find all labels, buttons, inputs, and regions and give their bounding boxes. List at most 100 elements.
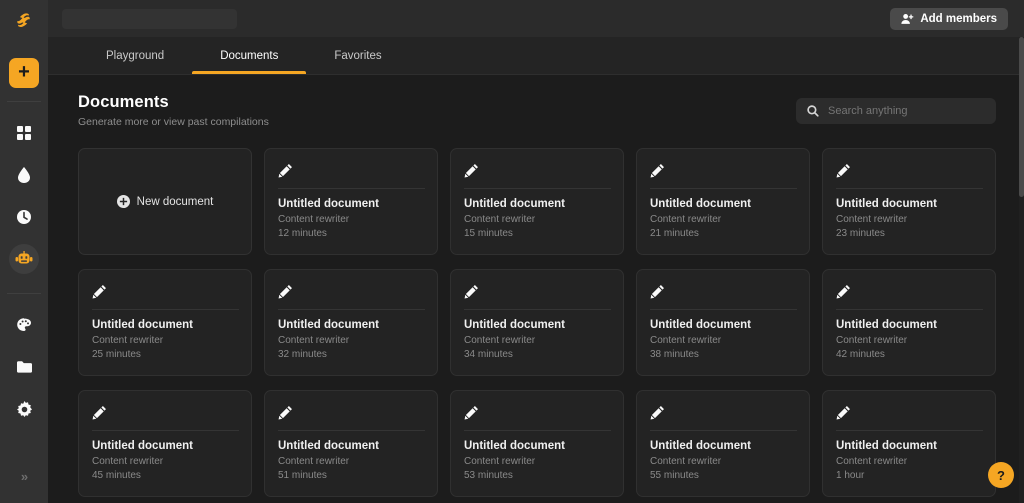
pencil-icon [836,403,982,421]
search-box[interactable] [796,98,996,124]
plus-circle-icon [116,195,130,208]
document-title: Untitled document [278,440,379,452]
swell-logo-icon [14,11,34,31]
document-time: 32 minutes [278,349,327,360]
document-time: 51 minutes [278,470,327,481]
pencil-icon [278,403,424,421]
search-icon [807,105,819,117]
user-plus-icon [901,13,914,25]
document-type: Content rewriter [464,456,536,467]
page-title: Documents [78,93,169,111]
documents-grid: New document Untitled document Content re… [78,148,996,497]
document-card[interactable]: Untitled document Content rewriter 15 minu… [450,148,624,255]
document-type: Content rewriter [836,456,908,467]
document-title: Untitled document [836,198,937,210]
sidebar-item-brand[interactable] [9,310,39,340]
folder-icon [16,360,33,374]
document-type: Content rewriter [278,214,350,225]
workspace-breadcrumb-skeleton [62,8,237,29]
tab-bar: Playground Documents Favorites [48,37,1024,75]
search-input[interactable] [828,105,985,117]
document-card[interactable]: Untitled document Content rewriter 25 minu… [78,269,252,376]
document-card[interactable]: Untitled document Content rewriter 53 minu… [450,390,624,497]
pencil-icon [836,282,982,300]
clock-history-icon [16,209,32,225]
vertical-scrollbar-thumb[interactable] [1019,37,1024,197]
app-root: + » Add members Playground Documents Fav… [0,0,1024,503]
plus-icon: + [18,61,30,83]
app-logo[interactable] [0,0,48,42]
tab-documents[interactable]: Documents [192,37,307,74]
gear-icon [16,400,33,418]
document-type: Content rewriter [650,456,722,467]
content-area: Documents Generate more or view past com… [48,75,1024,497]
card-divider [278,430,425,431]
document-card[interactable]: Untitled document Content rewriter 12 minu… [264,148,438,255]
document-title: Untitled document [464,319,565,331]
sidebar-item-dashboard[interactable] [9,118,39,148]
sidebar-item-templates[interactable] [9,160,39,190]
new-create-button[interactable]: + [9,58,39,88]
document-time: 1 hour [836,470,865,481]
document-title: Untitled document [650,440,751,452]
new-document-label: New document [136,195,214,208]
document-type: Content rewriter [278,335,350,346]
document-title: Untitled document [836,440,937,452]
sidebar-expand-button[interactable]: » [9,461,39,491]
document-title: Untitled document [836,319,937,331]
main-area: Add members Playground Documents Favorit… [48,0,1024,503]
document-title: Untitled document [650,198,751,210]
grid-dashboard-icon [16,125,32,141]
robot-icon [15,251,33,267]
tab-documents-label: Documents [220,49,279,62]
sidebar-item-settings[interactable] [9,394,39,424]
document-type: Content rewriter [92,456,164,467]
card-divider [650,430,797,431]
document-card[interactable]: Untitled document Content rewriter 32 minu… [264,269,438,376]
document-time: 21 minutes [650,228,699,239]
pencil-icon [464,161,610,179]
sidebar-item-files[interactable] [9,352,39,382]
tab-favorites-label: Favorites [334,49,382,62]
card-divider [92,309,239,310]
document-card[interactable]: Untitled document Content rewriter 34 minu… [450,269,624,376]
sidebar-item-history[interactable] [9,202,39,232]
document-card[interactable]: Untitled document Content rewriter 55 minu… [636,390,810,497]
pencil-icon [92,403,238,421]
document-card[interactable]: Untitled document Content rewriter 42 minu… [822,269,996,376]
document-type: Content rewriter [650,214,722,225]
help-button[interactable]: ? [988,462,1014,488]
tab-favorites[interactable]: Favorites [306,37,409,74]
card-divider [278,309,425,310]
document-time: 45 minutes [92,470,141,481]
document-title: Untitled document [278,198,379,210]
pencil-icon [92,282,238,300]
document-card[interactable]: Untitled document Content rewriter 21 minu… [636,148,810,255]
document-type: Content rewriter [836,214,908,225]
document-title: Untitled document [278,319,379,331]
document-type: Content rewriter [92,335,164,346]
new-document-card[interactable]: New document [78,148,252,255]
sidebar: + » [0,0,48,503]
document-card[interactable]: Untitled document Content rewriter 38 minu… [636,269,810,376]
card-divider [650,188,797,189]
document-card[interactable]: Untitled document Content rewriter 1 hour [822,390,996,497]
tab-playground[interactable]: Playground [78,37,192,74]
pencil-icon [650,403,796,421]
card-divider [836,430,983,431]
document-card[interactable]: Untitled document Content rewriter 23 minu… [822,148,996,255]
pencil-icon [836,161,982,179]
tab-playground-label: Playground [106,49,165,62]
document-time: 34 minutes [464,349,513,360]
card-divider [464,430,611,431]
document-card[interactable]: Untitled document Content rewriter 51 minu… [264,390,438,497]
document-type: Content rewriter [464,214,536,225]
document-time: 23 minutes [836,228,885,239]
add-members-button[interactable]: Add members [890,7,1008,30]
document-title: Untitled document [650,319,751,331]
document-card[interactable]: Untitled document Content rewriter 45 minu… [78,390,252,497]
droplet-icon [16,166,32,184]
sidebar-item-ai-assistant[interactable] [9,244,39,274]
pencil-icon [464,282,610,300]
document-title: Untitled document [464,198,565,210]
